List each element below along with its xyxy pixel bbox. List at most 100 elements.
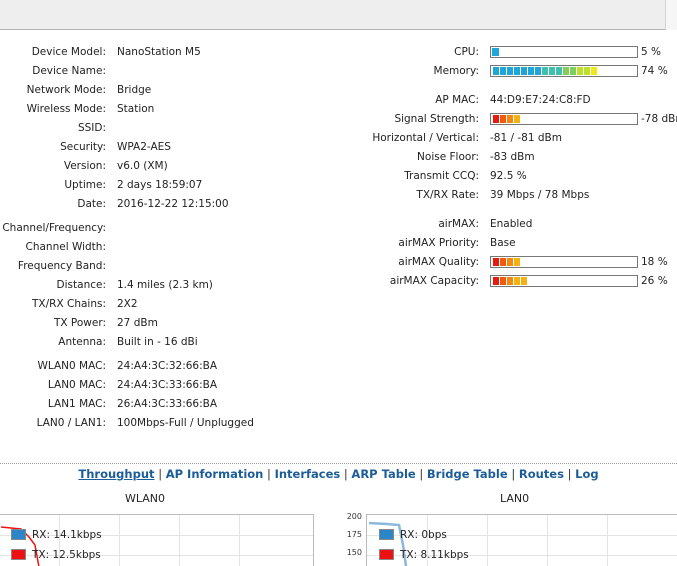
tab-log[interactable]: Log	[575, 467, 598, 481]
tab-separator: |	[567, 467, 572, 481]
noise-floor-label: Noise Floor:	[417, 151, 479, 163]
signal-strength-label: Signal Strength:	[394, 113, 479, 125]
ap-mac-label: AP MAC:	[435, 94, 479, 106]
memory-bar-segment	[528, 67, 534, 75]
device-info-row: TX Power: 27 dBm	[0, 315, 340, 331]
wlan0-rx-text: RX: 14.1kbps	[32, 529, 102, 541]
signal-strength-value: -78 dBm	[641, 113, 677, 125]
tx-swatch-icon	[379, 549, 394, 560]
wlan0-rx-legend: RX: 14.1kbps	[11, 528, 102, 542]
signal-bar-segment	[500, 115, 506, 123]
device-info-row: TX/RX Chains: 2X2	[0, 296, 340, 312]
memory-bar-segment	[549, 67, 555, 75]
memory-bar-segment	[521, 67, 527, 75]
lan0-ytick: 150	[346, 548, 362, 557]
airmax-row: airMAX: Enabled	[0, 216, 677, 232]
quality-bar-segment	[500, 258, 506, 266]
device-info-label: Antenna:	[58, 336, 106, 348]
tab-ap-information[interactable]: AP Information	[166, 467, 264, 481]
airmax-quality-row: airMAX Quality: 18 %	[0, 254, 677, 270]
cpu-bar	[490, 46, 638, 58]
quality-bar-segment	[514, 258, 520, 266]
device-info-label: LAN0 MAC:	[47, 379, 106, 391]
tab-separator: |	[511, 467, 516, 481]
cpu-row: CPU: 5 %	[0, 44, 677, 60]
lan0-tx-legend: TX: 8.11kbps	[379, 548, 469, 562]
tab-separator: |	[267, 467, 271, 481]
hv-label: Horizontal / Vertical:	[372, 132, 479, 144]
tab-throughput[interactable]: Throughput	[78, 467, 154, 481]
lan0-throughput-graph: RX: 0bps TX: 8.11kbps	[366, 514, 677, 566]
memory-label: Memory:	[433, 65, 479, 77]
tx-swatch-icon	[11, 549, 26, 560]
tab-separator: |	[343, 467, 348, 481]
lan0-ytick: 175	[346, 530, 362, 539]
quality-bar-segment	[507, 258, 513, 266]
tab-routes[interactable]: Routes	[519, 467, 564, 481]
rx-swatch-icon	[379, 529, 394, 540]
tab-separator: |	[158, 467, 163, 481]
memory-row: Memory: 74 %	[0, 63, 677, 79]
signal-bar-segment	[493, 115, 499, 123]
txrx-rate-row: TX/RX Rate: 39 Mbps / 78 Mbps	[0, 187, 677, 203]
device-info-label: TX/RX Chains:	[32, 298, 106, 310]
device-info-label: WLAN0 MAC:	[37, 360, 106, 372]
ap-mac-row: AP MAC: 44:D9:E7:24:C8:FD	[0, 92, 677, 108]
hv-value: -81 / -81 dBm	[490, 132, 562, 144]
memory-bar-segment	[556, 67, 562, 75]
device-info-value: 24:A4:3C:32:66:BA	[117, 360, 218, 372]
ccq-value: 92.5 %	[490, 170, 527, 182]
airmax-capacity-bar	[490, 275, 638, 287]
airmax-priority-label: airMAX Priority:	[398, 237, 479, 249]
memory-bar-segment	[535, 67, 541, 75]
ccq-row: Transmit CCQ: 92.5 %	[0, 168, 677, 184]
memory-bar-segment	[507, 67, 513, 75]
memory-bar-segment	[493, 67, 499, 75]
lan0-graph-title: LAN0	[500, 492, 530, 505]
memory-percent: 74 %	[641, 65, 668, 77]
airmax-label: airMAX:	[438, 218, 479, 230]
device-info-value: Built in - 16 dBi	[117, 336, 198, 348]
device-info-row: LAN0 / LAN1: 100Mbps-Full / Unplugged	[0, 415, 340, 431]
device-info-row: LAN1 MAC: 26:A4:3C:33:66:BA	[0, 396, 340, 412]
ccq-label: Transmit CCQ:	[404, 170, 479, 182]
tab-separator: |	[419, 467, 424, 481]
tab-interfaces[interactable]: Interfaces	[275, 467, 341, 481]
memory-bar-segment	[500, 67, 506, 75]
top-toolbar	[0, 0, 677, 30]
signal-bar-segment	[514, 115, 520, 123]
airmax-quality-bar	[490, 256, 638, 268]
device-info-value: 27 dBm	[117, 317, 158, 329]
tab-bridge-table[interactable]: Bridge Table	[427, 467, 508, 481]
device-info-row: Antenna: Built in - 16 dBi	[0, 334, 340, 350]
airmax-priority-value: Base	[490, 237, 516, 249]
airmax-capacity-label: airMAX Capacity:	[389, 275, 479, 287]
tab-arp-table[interactable]: ARP Table	[351, 467, 415, 481]
monitor-tabs: Throughput | AP Information | Interfaces…	[0, 467, 677, 481]
scrollbar-edge[interactable]	[665, 0, 677, 30]
airmax-capacity-percent: 26 %	[641, 275, 668, 287]
device-info-value: 2X2	[117, 298, 138, 310]
device-info-label: TX Power:	[53, 317, 106, 329]
memory-bar-segment	[542, 67, 548, 75]
signal-strength-bar	[490, 113, 638, 125]
noise-floor-value: -83 dBm	[490, 151, 535, 163]
capacity-bar-segment	[507, 277, 513, 285]
memory-bar	[490, 65, 638, 77]
capacity-bar-segment	[493, 277, 499, 285]
airmax-priority-row: airMAX Priority: Base	[0, 235, 677, 251]
memory-bar-segment	[584, 67, 590, 75]
quality-bar-segment	[493, 258, 499, 266]
rx-swatch-icon	[11, 529, 26, 540]
memory-bar-segment	[514, 67, 520, 75]
wlan0-tx-legend: TX: 12.5kbps	[11, 548, 101, 562]
txrx-rate-label: TX/RX Rate:	[416, 189, 479, 201]
signal-strength-row: Signal Strength: -78 dBm	[0, 111, 677, 127]
airmax-quality-label: airMAX Quality:	[398, 256, 479, 268]
wlan0-tx-text: TX: 12.5kbps	[32, 549, 101, 561]
capacity-bar-segment	[521, 277, 527, 285]
device-info-value: 100Mbps-Full / Unplugged	[117, 417, 254, 429]
device-info-row: LAN0 MAC: 24:A4:3C:33:66:BA	[0, 377, 340, 393]
capacity-bar-segment	[500, 277, 506, 285]
lan0-tx-text: TX: 8.11kbps	[400, 549, 469, 561]
